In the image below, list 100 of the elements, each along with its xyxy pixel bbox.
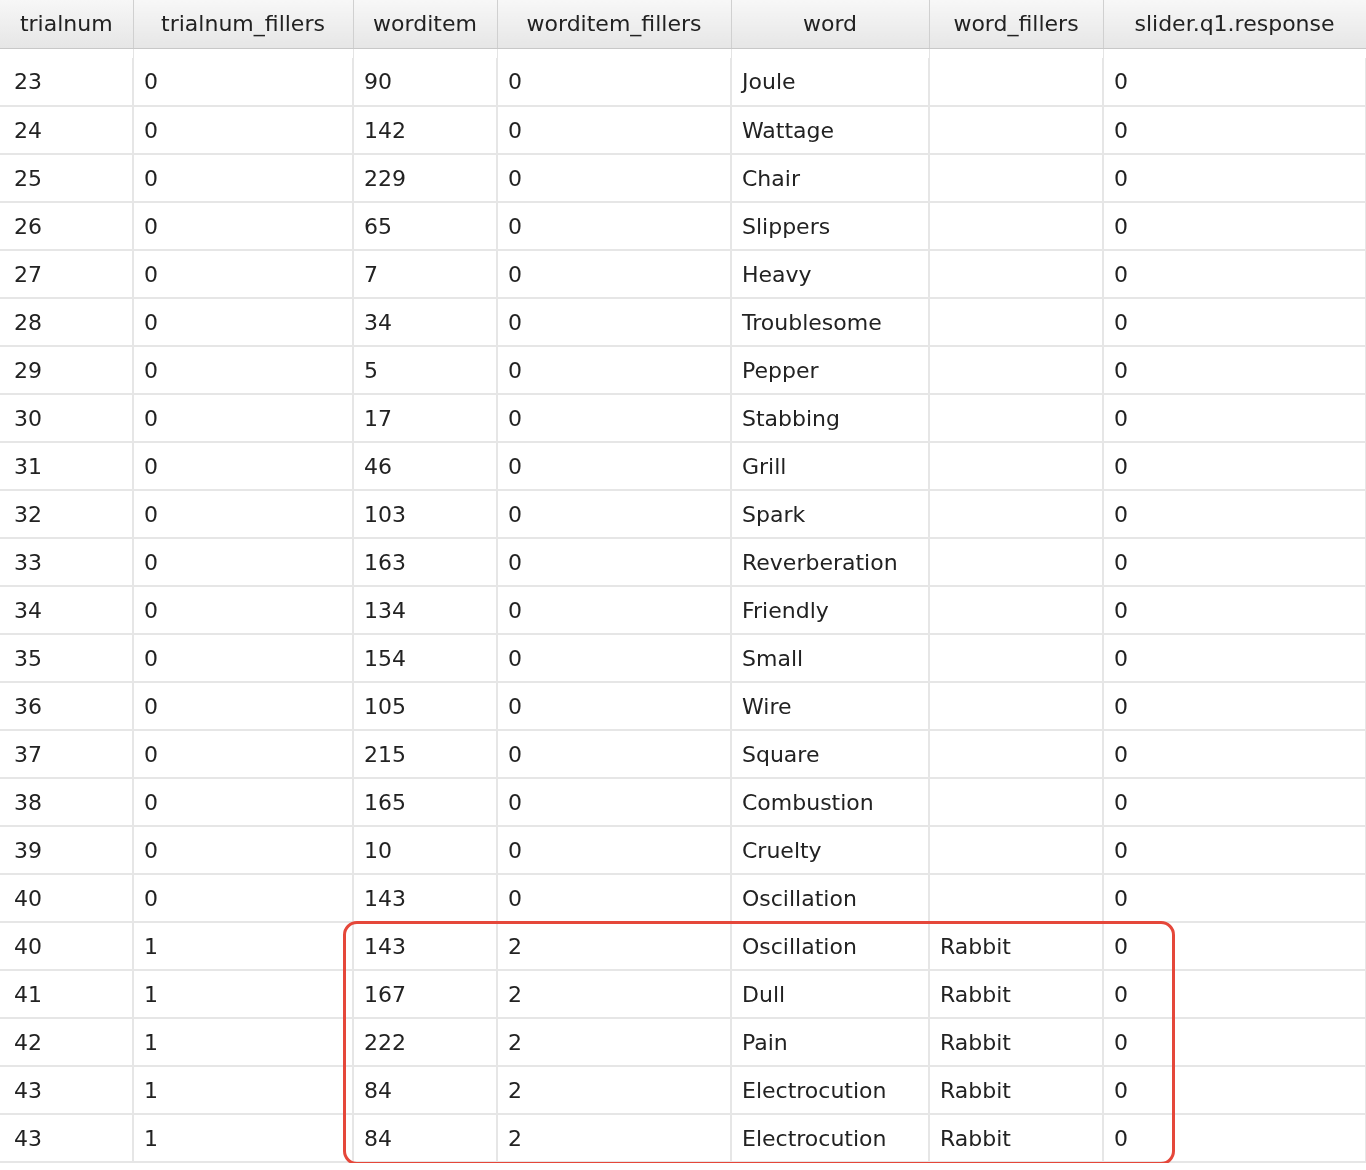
table-cell: 0 bbox=[497, 490, 731, 538]
table-cell: 7 bbox=[353, 250, 497, 298]
table-cell: 39 bbox=[0, 826, 133, 874]
table-cell: 0 bbox=[497, 442, 731, 490]
column-header[interactable]: worditem bbox=[353, 0, 497, 48]
table-cell: 46 bbox=[353, 442, 497, 490]
table-cell: 0 bbox=[133, 874, 353, 922]
table-cell: 0 bbox=[133, 778, 353, 826]
table-cell: 33 bbox=[0, 538, 133, 586]
table-cell: 2 bbox=[497, 1114, 731, 1162]
table-cell: Oscillation bbox=[731, 874, 929, 922]
table-cell: 0 bbox=[1103, 106, 1366, 154]
table-cell: 143 bbox=[353, 922, 497, 970]
table-cell: Heavy bbox=[731, 250, 929, 298]
table-cell: 134 bbox=[353, 586, 497, 634]
table-cell: 84 bbox=[353, 1114, 497, 1162]
table-cell: Wire bbox=[731, 682, 929, 730]
table-cell: 0 bbox=[1103, 970, 1366, 1018]
table-cell: 28 bbox=[0, 298, 133, 346]
table-cell: 0 bbox=[133, 106, 353, 154]
table-cell: 0 bbox=[133, 154, 353, 202]
table-cell: Grill bbox=[731, 442, 929, 490]
table-cell: 0 bbox=[133, 538, 353, 586]
table-cell: 24 bbox=[0, 106, 133, 154]
table-cell: 90 bbox=[353, 58, 497, 106]
table-cell: Oscillation bbox=[731, 922, 929, 970]
table-cell: Rabbit bbox=[929, 970, 1103, 1018]
table-cell: 0 bbox=[1103, 298, 1366, 346]
table-cell: 105 bbox=[353, 682, 497, 730]
table-cell: Combustion bbox=[731, 778, 929, 826]
table-cell: 0 bbox=[133, 394, 353, 442]
table-cell: Chair bbox=[731, 154, 929, 202]
table-cell: 43 bbox=[0, 1114, 133, 1162]
table-cell: 165 bbox=[353, 778, 497, 826]
table-cell: 0 bbox=[133, 490, 353, 538]
table-cell: 0 bbox=[497, 586, 731, 634]
table-cell: 36 bbox=[0, 682, 133, 730]
table-cell: 35 bbox=[0, 634, 133, 682]
column-header[interactable]: word_fillers bbox=[929, 0, 1103, 48]
table-cell: 37 bbox=[0, 730, 133, 778]
table-cell: 0 bbox=[133, 202, 353, 250]
table-cell: 143 bbox=[353, 874, 497, 922]
table-cell: 34 bbox=[0, 586, 133, 634]
table-cell: 0 bbox=[1103, 250, 1366, 298]
table-cell: 0 bbox=[497, 202, 731, 250]
table-cell: 29 bbox=[0, 346, 133, 394]
table-cell: 1 bbox=[133, 1114, 353, 1162]
table-cell: 65 bbox=[353, 202, 497, 250]
table-cell: 0 bbox=[1103, 394, 1366, 442]
table-cell: Stabbing bbox=[731, 394, 929, 442]
table-cell: 27 bbox=[0, 250, 133, 298]
table-cell: 0 bbox=[497, 874, 731, 922]
table-cell: Slippers bbox=[731, 202, 929, 250]
table-cell: 43 bbox=[0, 1066, 133, 1114]
table-cell: 0 bbox=[497, 298, 731, 346]
table-cell: 0 bbox=[497, 778, 731, 826]
table-cell: Pain bbox=[731, 1018, 929, 1066]
table-cell: 0 bbox=[133, 634, 353, 682]
table-cell: 32 bbox=[0, 490, 133, 538]
table-cell: 0 bbox=[1103, 826, 1366, 874]
column-header[interactable]: word bbox=[731, 0, 929, 48]
table-cell: Troublesome bbox=[731, 298, 929, 346]
table-cell: 5 bbox=[353, 346, 497, 394]
table-cell: 23 bbox=[0, 58, 133, 106]
table-cell: 0 bbox=[1103, 346, 1366, 394]
table-cell: 0 bbox=[1103, 730, 1366, 778]
column-header[interactable]: trialnum bbox=[0, 0, 133, 48]
table-cell: Cruelty bbox=[731, 826, 929, 874]
table-cell: 0 bbox=[133, 682, 353, 730]
table-cell: 38 bbox=[0, 778, 133, 826]
table-cell: 0 bbox=[497, 826, 731, 874]
table-cell: 40 bbox=[0, 874, 133, 922]
table-cell: 0 bbox=[497, 538, 731, 586]
table-cell: 1 bbox=[133, 1066, 353, 1114]
table-cell: 0 bbox=[1103, 58, 1366, 106]
table-cell: 0 bbox=[497, 394, 731, 442]
table-cell: 0 bbox=[497, 682, 731, 730]
column-header[interactable]: worditem_fillers bbox=[497, 0, 731, 48]
table-cell: 2 bbox=[497, 970, 731, 1018]
table-cell: 0 bbox=[1103, 682, 1366, 730]
table-cell: 0 bbox=[133, 442, 353, 490]
table-cell: 103 bbox=[353, 490, 497, 538]
table-cell: 167 bbox=[353, 970, 497, 1018]
table-cell: 0 bbox=[497, 634, 731, 682]
table-cell: 10 bbox=[353, 826, 497, 874]
table-cell: 0 bbox=[497, 730, 731, 778]
column-header[interactable]: trialnum_fillers bbox=[133, 0, 353, 48]
table-cell: 0 bbox=[133, 730, 353, 778]
table-cell: 0 bbox=[133, 586, 353, 634]
table-cell: 0 bbox=[133, 826, 353, 874]
table-cell: 0 bbox=[1103, 874, 1366, 922]
table-cell: 0 bbox=[497, 58, 731, 106]
table-cell: 1 bbox=[133, 1018, 353, 1066]
table-cell: Friendly bbox=[731, 586, 929, 634]
table-cell: Dull bbox=[731, 970, 929, 1018]
column-header[interactable]: slider.q1.response bbox=[1103, 0, 1366, 48]
table-cell: 163 bbox=[353, 538, 497, 586]
table-cell: 0 bbox=[497, 250, 731, 298]
table-cell: 0 bbox=[1103, 442, 1366, 490]
table-cell: 142 bbox=[353, 106, 497, 154]
